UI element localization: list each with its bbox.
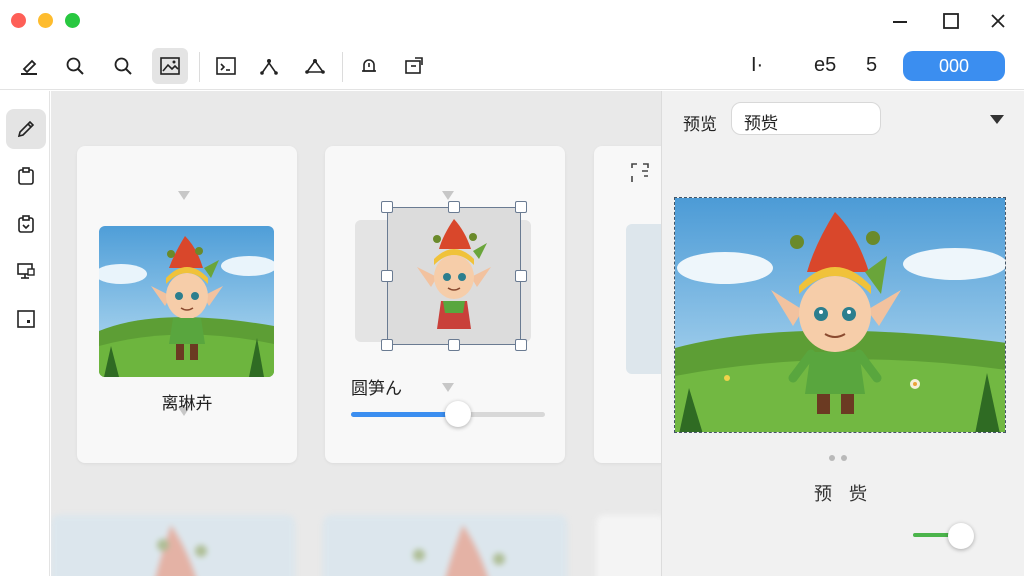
elf-preview-image	[675, 198, 1005, 432]
minimize-icon[interactable]	[887, 8, 913, 34]
export-icon	[405, 57, 423, 74]
workspace-canvas[interactable]: 离琳卉 圆笋ん	[51, 91, 661, 576]
display-icon	[17, 263, 35, 279]
rail-item-display[interactable]	[6, 251, 46, 291]
node-tool[interactable]	[297, 48, 333, 84]
resize-handle-left[interactable]	[381, 270, 393, 282]
preview-caption: 预 赀	[813, 484, 873, 504]
toolbar-divider	[199, 52, 200, 82]
terminal-icon	[216, 57, 236, 75]
pencil-icon	[17, 120, 35, 138]
export-tool[interactable]	[396, 48, 432, 84]
image-icon	[160, 57, 180, 75]
zoom-icon	[114, 57, 132, 75]
paste-icon	[18, 215, 34, 233]
resize-handle-top-right[interactable]	[515, 201, 527, 213]
primary-action-button[interactable]: 000	[903, 51, 1005, 81]
image-tool[interactable]	[152, 48, 188, 84]
preview-label: 预览	[683, 115, 717, 134]
pager-dot[interactable]	[829, 455, 835, 461]
resize-handle-top-left[interactable]	[381, 201, 393, 213]
toolbar-text-count[interactable]: 5	[866, 54, 877, 77]
resize-handle-bottom-left[interactable]	[381, 339, 393, 351]
rail-item-clipboard[interactable]	[6, 156, 46, 196]
faded-thumbnail	[626, 224, 661, 374]
elf-image	[99, 226, 274, 377]
card-caption: 离琳卉	[161, 394, 213, 413]
pager-dots[interactable]	[829, 455, 847, 461]
rail-item-paste[interactable]	[6, 204, 46, 244]
minimize-window-button[interactable]	[38, 13, 53, 28]
bell-icon	[362, 59, 376, 72]
preview-mode-select[interactable]: 预赀	[731, 102, 881, 135]
chevron-down-icon	[442, 191, 454, 200]
dropdown-caret-icon[interactable]	[990, 115, 1004, 124]
node-icon	[305, 59, 325, 74]
zoom-window-button[interactable]	[65, 13, 80, 28]
search-icon	[66, 57, 84, 75]
rail-item-pencil[interactable]	[6, 109, 46, 149]
terminal-tool[interactable]	[208, 48, 244, 84]
pen-path-tool[interactable]	[251, 48, 287, 84]
pen-path-icon	[260, 59, 278, 75]
image-card-selected[interactable]: 圆笋ん	[325, 146, 565, 463]
title-bar	[0, 0, 1024, 42]
pager-dot[interactable]	[841, 455, 847, 461]
card-caption: 圆笋ん	[351, 379, 402, 398]
preview-image-frame[interactable]	[674, 197, 1006, 433]
close-window-button[interactable]	[11, 13, 26, 28]
maximize-icon[interactable]	[938, 8, 964, 34]
close-icon[interactable]	[985, 8, 1011, 34]
slider-knob[interactable]	[445, 401, 471, 427]
blurred-card	[323, 515, 567, 576]
clipboard-icon	[18, 167, 34, 185]
toolbar-text-mid[interactable]: e5	[814, 54, 836, 77]
highlighter-tool[interactable]	[11, 48, 47, 84]
image-card[interactable]: 离琳卉	[77, 146, 297, 463]
elf-thumbnail[interactable]	[99, 226, 274, 377]
expand-icon[interactable]	[630, 162, 650, 189]
chevron-down-icon	[178, 191, 190, 200]
resize-handle-right[interactable]	[515, 270, 527, 282]
blurred-card	[51, 515, 295, 576]
chevron-down-icon	[442, 383, 454, 392]
frame-icon	[17, 310, 35, 328]
resize-handle-bottom-right[interactable]	[515, 339, 527, 351]
zoom-tool[interactable]	[105, 48, 141, 84]
search-tool[interactable]	[57, 48, 93, 84]
slider-fill	[351, 412, 458, 417]
highlighter-icon	[21, 59, 37, 75]
left-tool-rail	[0, 91, 50, 576]
preview-panel: 预览 预赀 预 赀	[661, 91, 1024, 576]
toolbar-text-cursor[interactable]: I·	[751, 54, 763, 77]
resize-handle-bottom[interactable]	[448, 339, 460, 351]
alert-tool[interactable]	[351, 48, 387, 84]
selection-frame[interactable]	[387, 207, 521, 345]
rail-item-frame[interactable]	[6, 299, 46, 339]
toggle-knob[interactable]	[948, 523, 974, 549]
resize-handle-top[interactable]	[448, 201, 460, 213]
blurred-card	[596, 515, 661, 576]
image-card-partial[interactable]	[594, 146, 661, 463]
toolbar-divider	[342, 52, 343, 82]
toolbar: I· e5 5 000	[0, 42, 1024, 90]
